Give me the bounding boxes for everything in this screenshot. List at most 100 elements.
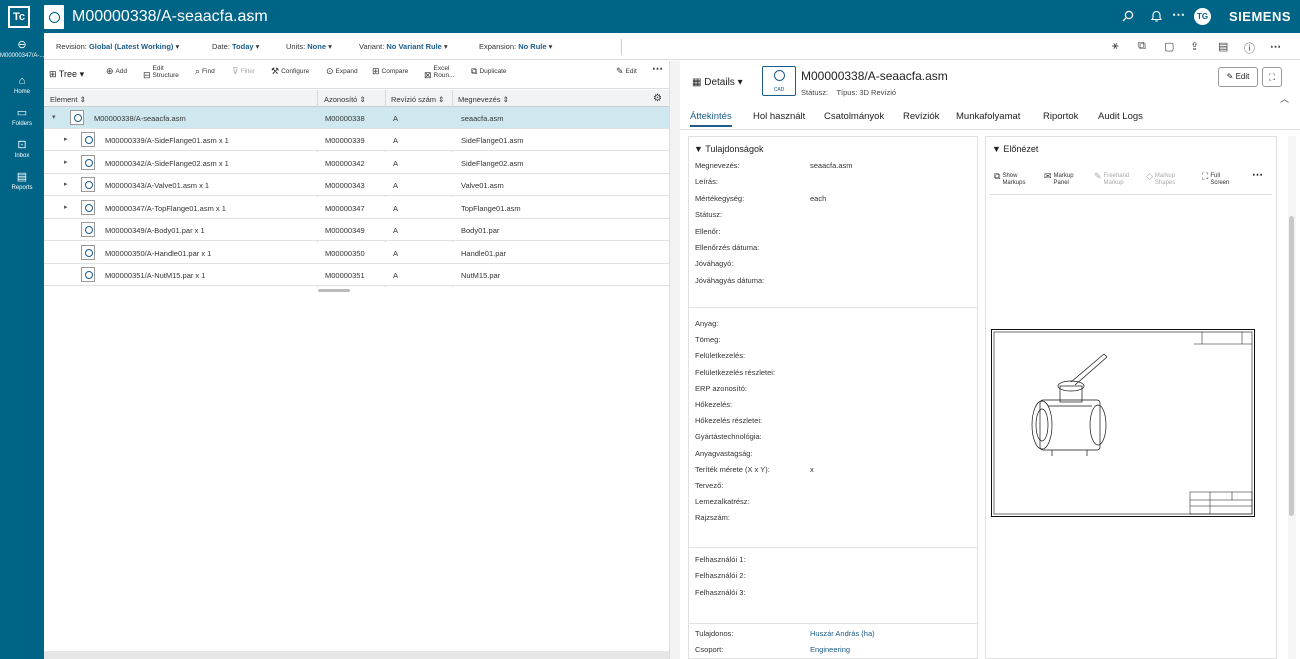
name-cell: TopFlange01.asm — [461, 204, 521, 213]
revision-rule-selector[interactable]: Revision: Global (Latest Working) ▾ — [56, 42, 179, 51]
table-row[interactable]: ▾ M00000338/A-seaacfa.asm M00000338 A se… — [44, 107, 669, 129]
units-value: None — [307, 42, 327, 51]
revision-cell: A — [393, 204, 399, 213]
tab-revisions[interactable]: Revíziók — [903, 111, 939, 122]
table-row[interactable]: ▸ M00000342/A-SideFlange02.asm x 1 M0000… — [44, 152, 669, 174]
markup-panel-button[interactable]: ✉ Markup Panel — [1044, 172, 1084, 187]
avatar[interactable]: TG — [1194, 8, 1211, 25]
search-icon[interactable] — [1122, 10, 1134, 22]
pencil-icon: ✎ — [616, 66, 624, 76]
edit-structure-button[interactable]: ⊟Edit Structure — [143, 65, 187, 79]
column-settings-icon[interactable]: ⚙ — [653, 93, 662, 104]
details-edit-button[interactable]: ✎ Edit — [1218, 67, 1258, 87]
share-icon[interactable]: ⇪ — [1190, 40, 1199, 53]
info-icon[interactable]: ⓘ — [1244, 40, 1255, 56]
part-icon — [81, 245, 95, 260]
nav-home[interactable]: ⌂ Home — [0, 75, 44, 96]
details-dropdown[interactable]: ▦ Details ▾ — [692, 77, 743, 88]
add-button[interactable]: ⊕ Add — [106, 67, 127, 76]
more-markup-icon[interactable]: ⋯ — [1252, 170, 1263, 181]
element-cell: M00000351/A-NutM15.par x 1 — [105, 271, 206, 280]
structure-icon[interactable]: ⚹ — [1112, 40, 1119, 53]
tab-audit-logs[interactable]: Audit Logs — [1098, 111, 1143, 122]
filter-button[interactable]: ⊽ Filter — [232, 67, 255, 76]
find-button[interactable]: ⌕ Find — [195, 67, 215, 76]
siemens-logo: SIEMENS — [1229, 9, 1292, 24]
more-commands-icon[interactable]: ⋯ — [1270, 40, 1281, 53]
nav-folders[interactable]: ▭ Folders — [0, 107, 44, 128]
configure-button[interactable]: ⚒ Configure — [271, 67, 309, 76]
property-value[interactable]: Engineering — [810, 645, 850, 654]
freehand-markup-button[interactable]: ✎ Freehand Markup — [1094, 172, 1136, 187]
property-label: Tömeg: — [695, 335, 721, 345]
horizontal-scrollbar[interactable] — [318, 289, 350, 292]
tab-attachments[interactable]: Csatolmányok — [824, 111, 884, 122]
revision-cell: A — [393, 249, 399, 258]
nav-inbox[interactable]: ⊡ Inbox — [0, 139, 44, 160]
more-toolbar-icon[interactable]: ⋯ — [652, 64, 663, 75]
tab-overview[interactable]: Áttekintés — [690, 111, 732, 127]
vertical-scrollbar[interactable] — [1288, 136, 1296, 659]
excel-roundtrip-button[interactable]: ⊠Excel Roun... — [424, 65, 464, 79]
date-selector[interactable]: Date: Today ▾ — [212, 42, 259, 51]
variant-selector[interactable]: Variant: No Variant Rule ▾ — [359, 42, 448, 51]
header-element[interactable]: Element ⇕ — [50, 95, 86, 104]
assembly-icon — [81, 155, 95, 170]
preview-title[interactable]: ▼ Előnézet — [992, 144, 1038, 154]
property-label: Ellenőrzés dátuma: — [695, 243, 760, 252]
tree-label: Tree — [58, 69, 78, 79]
tab-workflow[interactable]: Munkafolyamat — [956, 111, 1020, 122]
property-value[interactable]: Huszár András (ha) — [810, 629, 875, 638]
back-icon: ⊖ — [17, 39, 27, 51]
nav-reports[interactable]: ▤ Reports — [0, 171, 44, 192]
expand-row-icon[interactable]: ▸ — [64, 180, 68, 188]
id-cell: M00000342 — [325, 159, 365, 168]
bell-icon[interactable] — [1151, 10, 1162, 22]
header-id[interactable]: Azonosító ⇕ — [324, 95, 366, 104]
valve-drawing-image — [993, 331, 1253, 515]
expand-label: Expand — [335, 68, 358, 76]
expansion-selector[interactable]: Expansion: No Rule ▾ — [479, 42, 552, 51]
markup-shapes-button[interactable]: ◇ Markup Shapes — [1146, 172, 1185, 187]
duplicate-button[interactable]: ⧉ Duplicate — [471, 67, 507, 76]
table-row[interactable]: ▸ M00000339/A-SideFlange01.asm x 1 M0000… — [44, 129, 669, 151]
table-row[interactable]: M00000350/A-Handle01.par x 1 M00000350 A… — [44, 242, 669, 264]
assembly-icon — [70, 110, 84, 125]
paste-icon[interactable]: ▢ — [1164, 40, 1174, 53]
table-row[interactable]: M00000349/A-Body01.par x 1 M00000349 A B… — [44, 219, 669, 241]
property-label: Megnevezés: — [695, 161, 740, 170]
more-icon[interactable]: ⋯ — [1172, 7, 1185, 23]
table-row[interactable]: ▸ M00000347/A-TopFlange01.asm x 1 M00000… — [44, 197, 669, 219]
panel-layout-icon[interactable]: ▤ — [1218, 40, 1228, 53]
header-revision[interactable]: Revízió szám ⇕ — [391, 95, 444, 104]
expand-row-icon[interactable]: ▸ — [64, 158, 68, 166]
revision-label: Revision: — [56, 42, 87, 51]
markup-shapes-label: Markup Shapes — [1154, 173, 1176, 186]
show-markups-button[interactable]: ⧉ Show Markups — [994, 172, 1032, 187]
tab-reports[interactable]: Riportok — [1043, 111, 1078, 122]
nav-back[interactable]: ⊖ M00000347/A-... — [0, 39, 44, 60]
tree-view-button[interactable]: ⊞ Tree ▾ — [49, 69, 84, 80]
header-name[interactable]: Megnevezés ⇕ — [458, 95, 509, 104]
teamcenter-logo[interactable]: Tc — [8, 6, 30, 28]
tab-where-used[interactable]: Hol használt — [753, 111, 805, 122]
home-icon: ⌂ — [18, 75, 26, 87]
panel-splitter[interactable] — [669, 61, 680, 659]
expand-row-icon[interactable]: ▸ — [64, 135, 68, 143]
expand-button[interactable]: ⊙ Expand — [326, 67, 358, 76]
scrollbar-thumb[interactable] — [1289, 216, 1294, 516]
collapse-icon[interactable]: ▾ — [52, 113, 56, 121]
full-screen-button[interactable]: ⛶ Full Screen — [1202, 172, 1236, 187]
table-row[interactable]: ▸ M00000343/A-Valve01.asm x 1 M00000343 … — [44, 174, 669, 196]
title-chevron-icon[interactable]: › — [246, 8, 251, 25]
properties-title[interactable]: ▼ Tulajdonságok — [694, 144, 763, 154]
compare-button[interactable]: ⊞ Compare — [372, 67, 408, 76]
units-selector[interactable]: Units: None ▾ — [286, 42, 332, 51]
table-row[interactable]: M00000351/A-NutM15.par x 1 M00000351 A N… — [44, 264, 669, 286]
fullscreen-icon[interactable]: ⛶ — [1262, 67, 1282, 87]
drawing-preview[interactable] — [991, 329, 1255, 517]
expand-row-icon[interactable]: ▸ — [64, 203, 68, 211]
copy-icon[interactable]: ⧉ — [1138, 40, 1146, 53]
edit-structure-icon: ⊟ — [143, 69, 151, 80]
edit-button[interactable]: ✎ Edit — [616, 66, 637, 76]
